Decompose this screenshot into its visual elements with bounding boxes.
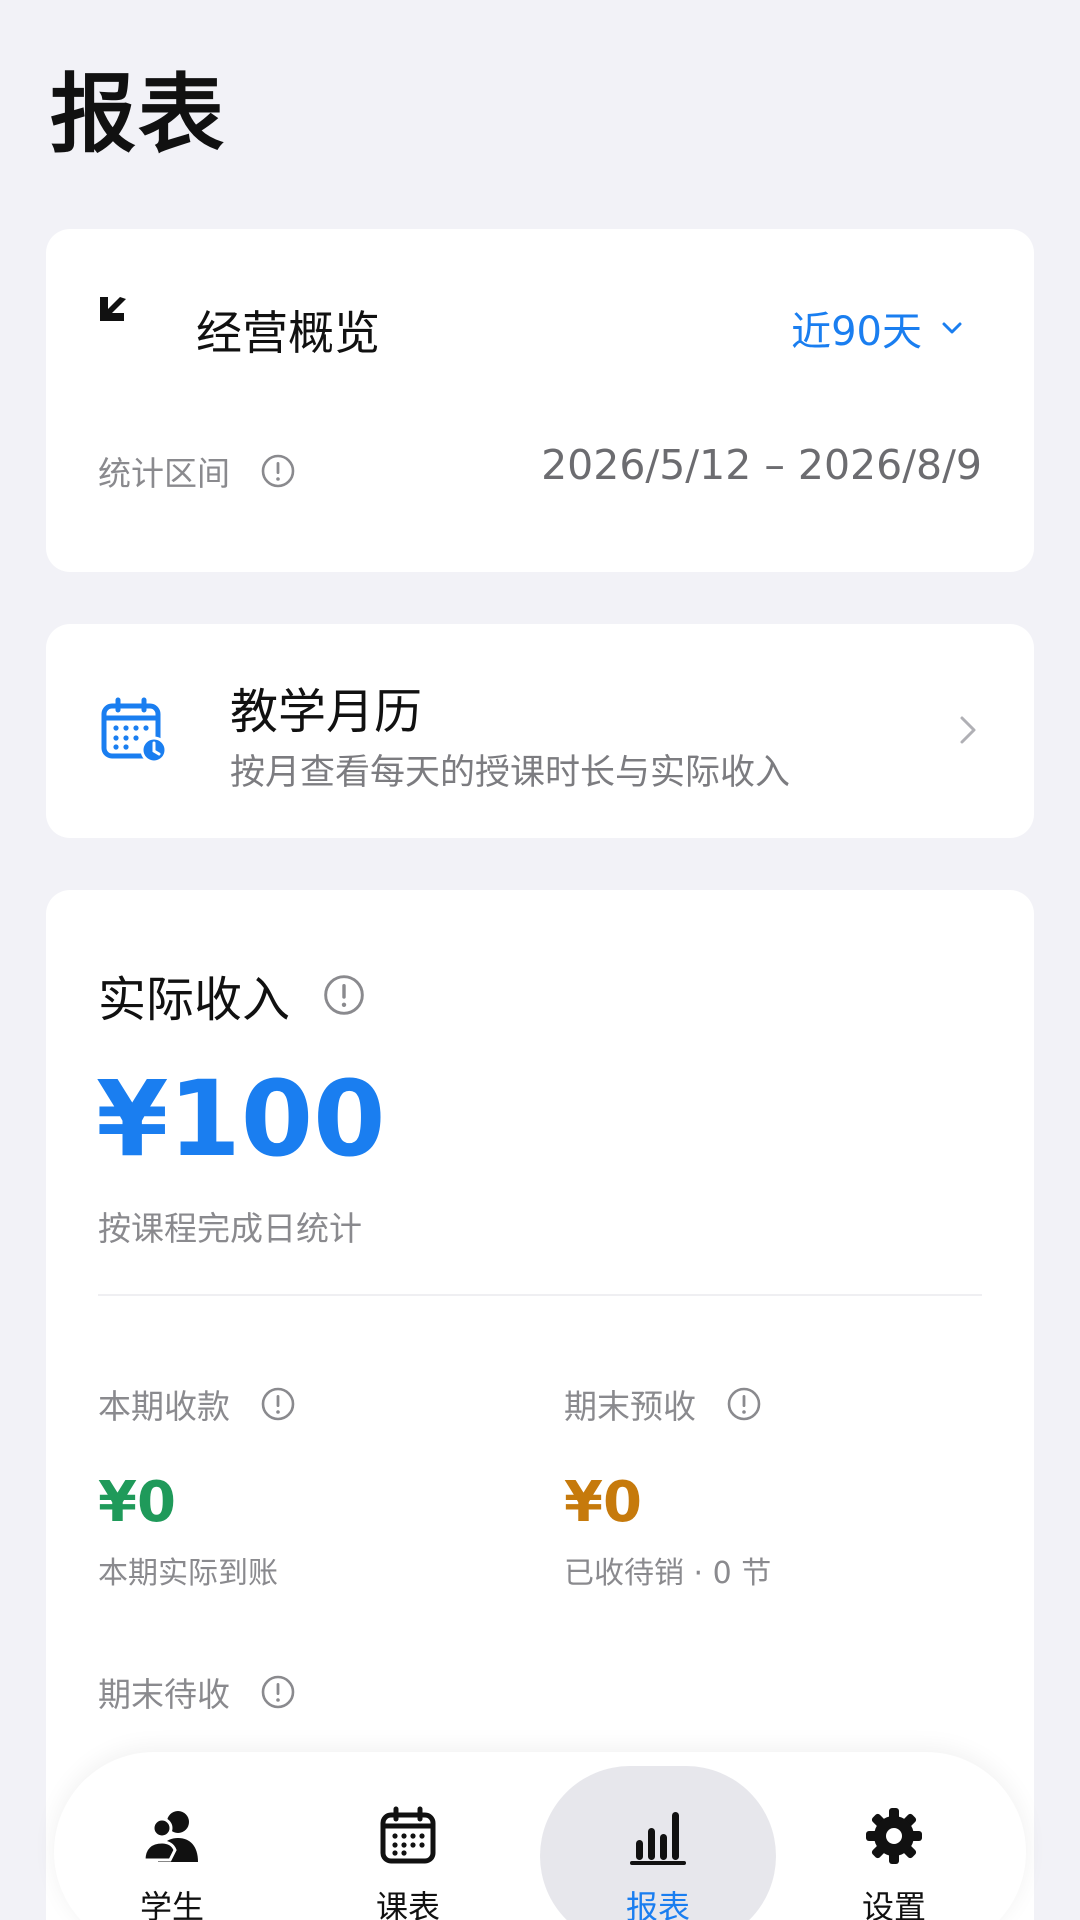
teaching-calendar-card[interactable]: 教学月历 按月查看每天的授课时长与实际收入 xyxy=(46,624,1034,838)
stat-period-receipts: 本期收款 ¥0 本期实际到账 xyxy=(98,1380,296,1592)
tab-students[interactable]: 学生 xyxy=(54,1752,290,1920)
overview-title: 经营概览 xyxy=(196,306,380,360)
chevron-right-icon xyxy=(960,716,976,744)
tab-schedule[interactable]: 课表 xyxy=(290,1752,526,1920)
period-label: 统计区间 xyxy=(98,454,230,493)
info-icon[interactable] xyxy=(322,973,366,1017)
divider xyxy=(98,1294,982,1296)
tab-label: 学生 xyxy=(139,1888,204,1920)
calendar-title: 教学月历 xyxy=(230,684,423,740)
period-value: 2026/5/12 – 2026/8/9 xyxy=(541,441,982,489)
stat-end-prepaid: 期末预收 ¥0 已收待销 · 0 节 xyxy=(564,1380,771,1592)
tab-label: 课表 xyxy=(375,1888,440,1920)
reports-screen: 报表 经营概览 近90天 统计区间 2026/5/12 – 2026/8/9 教… xyxy=(0,0,1080,1920)
period-label-row: 统计区间 xyxy=(98,447,296,495)
bar-chart-icon xyxy=(628,1806,688,1866)
income-value: ¥100 xyxy=(96,1058,386,1180)
collapse-arrow-icon xyxy=(100,297,126,321)
stat-label: 本期收款 xyxy=(98,1387,230,1426)
stat-value: ¥0 xyxy=(564,1470,642,1535)
gear-icon xyxy=(864,1806,924,1866)
stat-label: 期末预收 xyxy=(564,1387,696,1426)
income-title: 实际收入 xyxy=(98,972,291,1028)
date-range-label: 近90天 xyxy=(791,309,922,355)
calendar-subtitle: 按月查看每天的授课时长与实际收入 xyxy=(230,753,791,793)
income-title-row: 实际收入 xyxy=(98,960,366,1030)
info-icon[interactable] xyxy=(260,1386,296,1422)
income-note: 按课程完成日统计 xyxy=(98,1209,362,1248)
stat-note: 已收待销 · 0 节 xyxy=(564,1555,772,1591)
info-icon[interactable] xyxy=(726,1386,762,1422)
stat-end-receivable: 期末待收 xyxy=(98,1668,296,1716)
tab-label: 报表 xyxy=(625,1888,690,1920)
stat-note: 本期实际到账 xyxy=(98,1555,278,1591)
info-icon[interactable] xyxy=(260,453,296,489)
tab-reports[interactable]: 报表 xyxy=(540,1752,776,1920)
chevron-down-icon xyxy=(942,322,962,334)
tab-label: 设置 xyxy=(861,1888,926,1920)
bottom-tab-bar: 学生 课表 报表 设置 xyxy=(54,1752,1026,1920)
tab-settings[interactable]: 设置 xyxy=(776,1752,1012,1920)
overview-card: 经营概览 近90天 统计区间 2026/5/12 – 2026/8/9 xyxy=(46,229,1034,572)
stat-label: 期末待收 xyxy=(98,1675,230,1714)
page-title: 报表 xyxy=(50,65,226,165)
people-icon xyxy=(142,1806,202,1866)
stat-value: ¥0 xyxy=(98,1470,176,1535)
calendar-icon xyxy=(378,1806,438,1866)
calendar-clock-icon xyxy=(101,697,168,764)
info-icon[interactable] xyxy=(260,1674,296,1710)
date-range-selector[interactable]: 近90天 xyxy=(791,299,966,357)
